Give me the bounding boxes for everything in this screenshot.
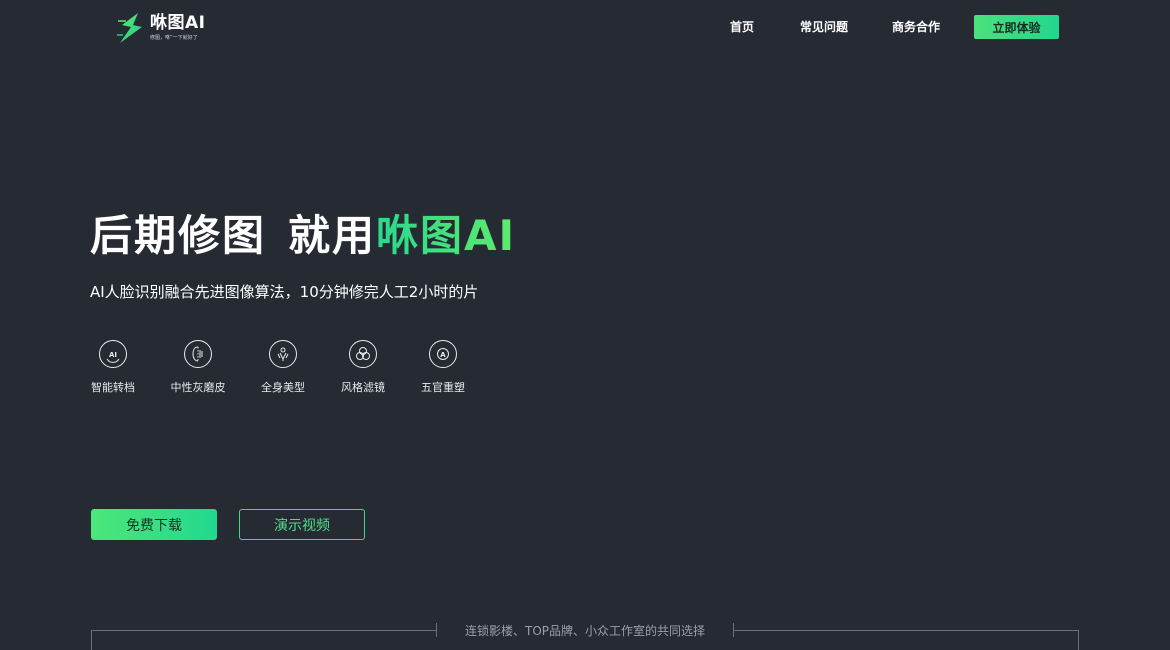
nav-home[interactable]: 首页 — [730, 18, 754, 38]
partners-title: 连锁影楼、TOP品牌、小众工作室的共同选择 — [464, 623, 705, 638]
feature-label: 五官重塑 — [421, 381, 465, 394]
divider — [733, 623, 734, 637]
feature-item: 风格滤镜 — [323, 340, 403, 395]
feature-item: AI 智能转档 — [73, 340, 153, 395]
feature-item: 中性灰磨皮 — [158, 340, 238, 395]
body-icon — [269, 340, 297, 368]
logo-icon — [117, 13, 142, 43]
svg-text:A: A — [440, 351, 446, 359]
feature-item: 全身美型 — [243, 340, 323, 395]
try-now-button[interactable]: 立即体验 — [974, 15, 1059, 39]
demo-video-button[interactable]: 演示视频 — [239, 509, 365, 540]
hero-title-part1: 后期修图 — [90, 211, 267, 260]
free-download-button[interactable]: 免费下载 — [91, 509, 217, 540]
brand-name: 咻图AI — [150, 13, 206, 33]
feature-label: 中性灰磨皮 — [170, 381, 226, 394]
feature-label: 智能转档 — [91, 381, 135, 394]
logo[interactable]: 咻图AI 修图，咻”一下就好了 — [116, 10, 216, 46]
divider — [436, 623, 437, 637]
feature-item: A 五官重塑 — [403, 340, 483, 395]
feature-label: 全身美型 — [261, 381, 305, 394]
hero-title: 后期修图 就用咻图AI — [90, 206, 516, 266]
reshape-icon: A — [429, 340, 457, 368]
ai-icon: AI — [99, 340, 127, 368]
nav-business[interactable]: 商务合作 — [892, 18, 940, 38]
nav-faq[interactable]: 常见问题 — [800, 18, 848, 38]
feature-label: 风格滤镜 — [341, 381, 385, 394]
svg-text:AI: AI — [109, 351, 117, 359]
hero-subtitle: AI人脸识别融合先进图像算法，10分钟修完人工2小时的片 — [90, 283, 479, 301]
hero-title-part2: 就用 — [288, 211, 377, 260]
site-header: 咻图AI 修图，咻”一下就好了 首页 常见问题 商务合作 立即体验 — [0, 0, 1170, 56]
filter-icon — [349, 340, 377, 368]
hero-title-highlight: 咻图AI — [376, 211, 517, 260]
face-icon — [184, 340, 212, 368]
partners-heading: 连锁影楼、TOP品牌、小众工作室的共同选择 — [436, 621, 734, 639]
brand-slogan: 修图，咻”一下就好了 — [150, 35, 198, 41]
